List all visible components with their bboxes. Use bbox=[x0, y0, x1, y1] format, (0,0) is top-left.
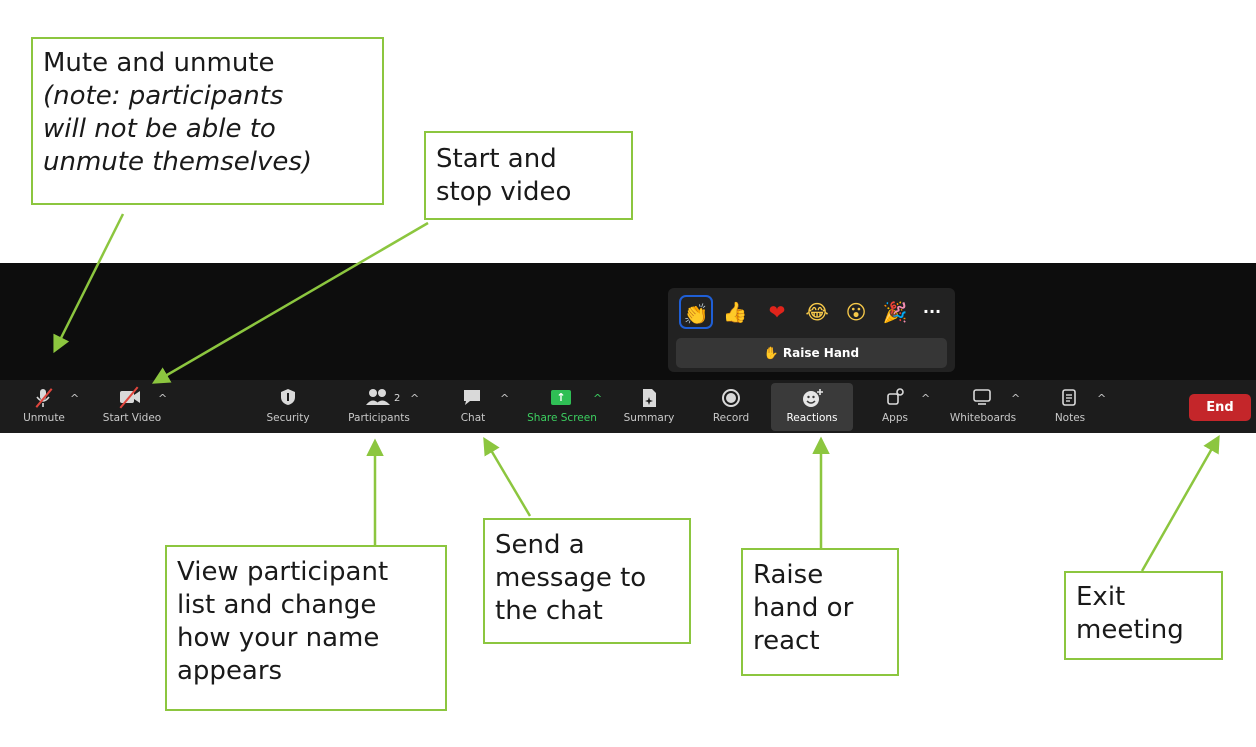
summary-document-icon bbox=[641, 388, 657, 408]
raise-hand-button[interactable]: ✋ Raise Hand bbox=[676, 338, 947, 368]
chat-bubble-icon bbox=[462, 388, 482, 408]
callout-participants-line3: how your name bbox=[177, 623, 380, 653]
emoji-more-button[interactable]: ··· bbox=[915, 295, 949, 329]
callout-video-line2: stop video bbox=[436, 177, 572, 207]
end-meeting-button[interactable]: End bbox=[1189, 394, 1251, 421]
emoji-party-popper-button[interactable]: 🎉 bbox=[878, 295, 912, 329]
reactions-smiley-plus-icon bbox=[802, 388, 824, 408]
callout-chat-line2: message to bbox=[495, 563, 647, 593]
open-mouth-icon: 😮 bbox=[845, 300, 867, 324]
reactions-popup: 👏 👍 ❤ 😂 😮 🎉 ··· ✋ Raise Hand bbox=[668, 288, 955, 372]
tears-of-joy-icon: 😂 bbox=[805, 300, 829, 324]
unmute-button[interactable]: Unmute bbox=[18, 380, 70, 433]
participants-icon bbox=[365, 388, 391, 408]
callout-video-line1: Start and bbox=[436, 144, 557, 174]
chat-label: Chat bbox=[460, 412, 486, 424]
callout-participants-line1: View participant bbox=[177, 557, 389, 587]
arrow-exit bbox=[1140, 434, 1220, 572]
security-button[interactable]: Security bbox=[260, 380, 316, 433]
share-options-caret[interactable]: ^ bbox=[593, 389, 602, 409]
emoji-row: 👏 👍 ❤ 😂 😮 🎉 ··· bbox=[676, 295, 951, 329]
callout-video: Start and stop video bbox=[424, 131, 633, 220]
chat-button[interactable]: Chat bbox=[455, 380, 491, 433]
red-heart-icon: ❤ bbox=[768, 300, 786, 324]
unmute-label: Unmute bbox=[23, 412, 65, 424]
emoji-tears-of-joy-button[interactable]: 😂 bbox=[800, 295, 834, 329]
raise-hand-label: Raise Hand bbox=[782, 346, 860, 360]
apps-button[interactable]: Apps bbox=[874, 380, 916, 433]
participants-button[interactable]: 2 Participants bbox=[342, 380, 416, 433]
callout-mute: Mute and unmute (note: participants will… bbox=[31, 37, 384, 205]
callout-mute-line1: Mute and unmute bbox=[43, 48, 275, 78]
share-screen-icon: ↑ bbox=[551, 390, 571, 405]
callout-exit-line1: Exit bbox=[1076, 582, 1126, 612]
callout-chat: Send a message to the chat bbox=[483, 518, 691, 644]
summary-label: Summary bbox=[623, 412, 675, 424]
apps-label: Apps bbox=[882, 412, 908, 424]
callout-chat-line1: Send a bbox=[495, 530, 585, 560]
more-icon: ··· bbox=[922, 302, 942, 321]
emoji-open-mouth-button[interactable]: 😮 bbox=[839, 295, 873, 329]
shield-icon bbox=[280, 388, 296, 408]
callout-reactions-line1: Raise bbox=[753, 560, 824, 590]
callout-participants-line2: list and change bbox=[177, 590, 377, 620]
callout-chat-line3: the chat bbox=[495, 596, 603, 626]
emoji-clapping-button[interactable]: 👏 bbox=[679, 295, 713, 329]
callout-mute-line2: (note: participants bbox=[43, 81, 284, 111]
callout-mute-line3: will not be able to bbox=[43, 114, 276, 144]
party-popper-icon: 🎉 bbox=[882, 300, 908, 324]
raised-hand-icon: ✋ bbox=[763, 346, 779, 360]
share-screen-button[interactable]: ↑ Share Screen bbox=[520, 380, 604, 433]
callout-reactions-line2: hand or bbox=[753, 593, 854, 623]
apps-icon bbox=[886, 388, 904, 408]
emoji-thumbs-up-button[interactable]: 👍 bbox=[718, 295, 752, 329]
whiteboard-icon bbox=[972, 388, 992, 408]
reactions-button[interactable]: Reactions bbox=[771, 380, 853, 433]
record-label: Record bbox=[712, 412, 750, 424]
callout-mute-line4: unmute themselves) bbox=[43, 147, 313, 177]
summary-button[interactable]: Summary bbox=[618, 380, 680, 433]
apps-options-caret[interactable]: ^ bbox=[921, 389, 930, 409]
arrow-chat bbox=[483, 436, 532, 517]
participants-label: Participants bbox=[348, 412, 410, 424]
security-label: Security bbox=[266, 412, 310, 424]
notes-label: Notes bbox=[1054, 412, 1086, 424]
participants-options-caret[interactable]: ^ bbox=[410, 389, 419, 409]
notes-icon bbox=[1061, 388, 1077, 408]
callout-reactions-line3: react bbox=[753, 626, 820, 656]
callout-exit: Exit meeting bbox=[1064, 571, 1223, 660]
thumbs-up-icon: 👍 bbox=[722, 300, 748, 324]
callout-participants-line4: appears bbox=[177, 656, 283, 686]
notes-button[interactable]: Notes bbox=[1050, 380, 1090, 433]
notes-options-caret[interactable]: ^ bbox=[1097, 389, 1106, 409]
clapping-hands-icon: 👏 bbox=[683, 302, 709, 326]
participants-count: 2 bbox=[394, 393, 401, 404]
video-options-caret[interactable]: ^ bbox=[158, 389, 167, 409]
record-icon bbox=[721, 388, 741, 408]
emoji-heart-button[interactable]: ❤ bbox=[760, 295, 794, 329]
start-video-label: Start Video bbox=[102, 412, 162, 424]
callout-reactions: Raise hand or react bbox=[741, 548, 899, 676]
reactions-label: Reactions bbox=[786, 412, 838, 424]
whiteboards-label: Whiteboards bbox=[949, 412, 1017, 424]
whiteboards-options-caret[interactable]: ^ bbox=[1011, 389, 1020, 409]
callout-participants: View participant list and change how you… bbox=[165, 545, 447, 711]
callout-exit-line2: meeting bbox=[1076, 615, 1184, 645]
audio-options-caret[interactable]: ^ bbox=[70, 389, 79, 409]
share-screen-label: Share Screen bbox=[527, 412, 597, 424]
record-button[interactable]: Record bbox=[706, 380, 756, 433]
chat-options-caret[interactable]: ^ bbox=[500, 389, 509, 409]
